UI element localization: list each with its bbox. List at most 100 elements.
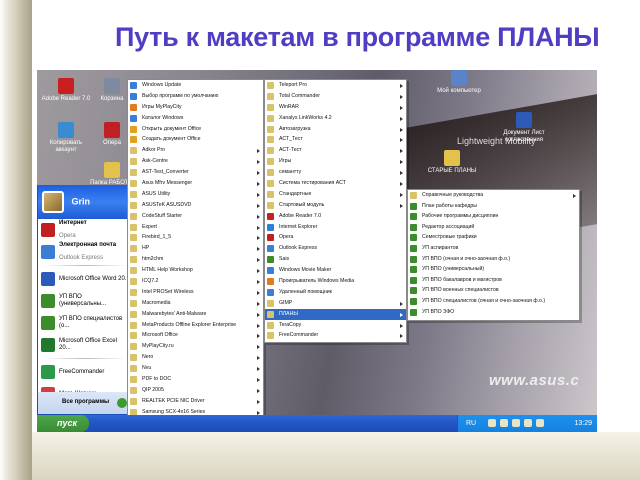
menu-item[interactable]: Expert bbox=[128, 222, 263, 233]
submenu-arrow-icon bbox=[400, 323, 403, 328]
menu-item[interactable]: Nero bbox=[128, 352, 263, 363]
pinned-program[interactable]: УП ВПО специалистов (о... bbox=[38, 312, 133, 334]
menu-item[interactable]: ASUSTeK ASUSDVD bbox=[128, 200, 263, 211]
menu-item[interactable]: HP bbox=[128, 243, 263, 254]
pinned-program-subtitle: Outlook Express bbox=[59, 255, 104, 261]
shortcut-icon bbox=[451, 70, 467, 86]
menu-item[interactable]: Редактор ассоциаций bbox=[408, 222, 579, 233]
menu-item[interactable]: семантту bbox=[265, 167, 406, 178]
menu-item[interactable]: PDF to DOC bbox=[128, 374, 263, 385]
tray-icon[interactable] bbox=[512, 419, 520, 427]
menu-item[interactable]: QIP 2005 bbox=[128, 385, 263, 396]
menu-item[interactable]: УП ВПО (очная и очно-заочная ф.о.) bbox=[408, 254, 579, 265]
menu-item[interactable]: УП ВПО специалистов (очная и очно-заочна… bbox=[408, 296, 579, 307]
tray-icon[interactable] bbox=[536, 419, 544, 427]
desktop-icon[interactable]: СТАРЫЕ ПЛАНЫ bbox=[425, 150, 479, 175]
menu-item[interactable]: ICQ7.2 bbox=[128, 276, 263, 287]
menu-item[interactable]: Outlook Express bbox=[265, 243, 406, 254]
menu-item[interactable]: УП ВПО военных специалистов bbox=[408, 285, 579, 296]
tray-icon[interactable] bbox=[500, 419, 508, 427]
menu-item-label: PDF to DOC bbox=[142, 376, 172, 383]
tray-icon[interactable] bbox=[524, 419, 532, 427]
desktop-icon[interactable]: Мой компьютер bbox=[432, 70, 486, 95]
menu-item[interactable]: Windows Update bbox=[128, 80, 263, 91]
submenu-arrow-icon bbox=[400, 171, 403, 176]
menu-item[interactable]: CodeStuff Starter bbox=[128, 211, 263, 222]
menu-item[interactable]: Intel PROSet Wireless bbox=[128, 287, 263, 298]
menu-item[interactable]: Xanalys LinkWorks 4.2 bbox=[265, 113, 406, 124]
start-button[interactable]: пуск bbox=[37, 415, 89, 432]
menu-item[interactable]: ASUS Utility bbox=[128, 189, 263, 200]
program-icon bbox=[130, 82, 137, 89]
menu-item[interactable]: Справочные руководства bbox=[408, 190, 579, 201]
menu-item[interactable]: Sais bbox=[265, 254, 406, 265]
menu-item[interactable]: АСТ-Тест bbox=[265, 145, 406, 156]
menu-item-label: GIMP bbox=[279, 299, 293, 306]
pinned-program-subtitle: Opera bbox=[59, 233, 76, 239]
pinned-program[interactable]: Microsoft Office Excel 20... bbox=[38, 334, 133, 356]
menu-item[interactable]: Opera bbox=[265, 232, 406, 243]
menu-item[interactable]: REALTEK PCIE NIC Driver bbox=[128, 396, 263, 407]
menu-item[interactable]: TeraCopy bbox=[265, 320, 406, 331]
menu-item[interactable]: WinRAR bbox=[265, 102, 406, 113]
menu-item[interactable]: АСТ_Тест bbox=[265, 134, 406, 145]
menu-item[interactable]: Ask-Centre bbox=[128, 156, 263, 167]
menu-item[interactable]: Семестровые графики bbox=[408, 232, 579, 243]
menu-item[interactable]: HTML Help Workshop bbox=[128, 265, 263, 276]
menu-item[interactable]: Автозагрузка bbox=[265, 124, 406, 135]
taskbar: пуск RU 13:29 bbox=[37, 415, 597, 432]
menu-item[interactable]: Каталог Windows bbox=[128, 113, 263, 124]
shortcut-icon bbox=[58, 78, 74, 94]
menu-item[interactable]: Игры bbox=[265, 156, 406, 167]
menu-item[interactable]: Microsoft Office bbox=[128, 330, 263, 341]
menu-item[interactable]: Macromedia bbox=[128, 298, 263, 309]
menu-item[interactable]: htm2chm bbox=[128, 254, 263, 265]
submenu-arrow-icon bbox=[257, 312, 260, 317]
desktop-icon[interactable]: Документ Лист согласования bbox=[497, 112, 551, 144]
menu-item[interactable]: Asus Mfrv Messenger bbox=[128, 178, 263, 189]
pinned-program[interactable]: FreeCommander bbox=[38, 361, 133, 383]
folder-icon bbox=[130, 201, 137, 209]
shortcut-icon bbox=[104, 162, 120, 178]
pinned-program[interactable]: Microsoft Office Word 20... bbox=[38, 268, 133, 290]
menu-item[interactable]: GIMP bbox=[265, 298, 406, 309]
menu-item[interactable]: ПЛАНЫ bbox=[265, 308, 406, 320]
menu-item[interactable]: MyPlayCity.ru bbox=[128, 341, 263, 352]
menu-item[interactable]: Проигрыватель Windows Media bbox=[265, 276, 406, 287]
pinned-program[interactable]: УП ВПО (универсальны... bbox=[38, 290, 133, 312]
menu-item[interactable]: Total Commander bbox=[265, 91, 406, 102]
tray-icon[interactable] bbox=[488, 419, 496, 427]
menu-item[interactable]: Стартовый модуль bbox=[265, 200, 406, 211]
menu-item[interactable]: AST-Test_Converter bbox=[128, 167, 263, 178]
menu-item[interactable]: План работы кафедры bbox=[408, 201, 579, 212]
menu-item[interactable]: Teleport Pro bbox=[265, 80, 406, 91]
all-programs-button[interactable]: Все программы bbox=[38, 392, 133, 414]
pinned-program[interactable]: Интернет Opera bbox=[38, 219, 133, 241]
menu-item[interactable]: УП ВПО (универсальный) bbox=[408, 264, 579, 275]
menu-item[interactable]: Firebird_1_5 bbox=[128, 232, 263, 243]
menu-item[interactable]: Nvu bbox=[128, 363, 263, 374]
menu-item[interactable]: Adkor Pro bbox=[128, 145, 263, 156]
menu-item[interactable]: Internet Explorer bbox=[265, 222, 406, 233]
menu-item[interactable]: Malwarebytes' Anti-Malware bbox=[128, 309, 263, 320]
menu-item[interactable]: FreeCommander bbox=[265, 330, 406, 341]
menu-item[interactable]: УП аспирантов bbox=[408, 243, 579, 254]
menu-item[interactable]: Удаленный помощник bbox=[265, 287, 406, 298]
folder-icon bbox=[130, 288, 137, 296]
menu-item[interactable]: Windows Movie Maker bbox=[265, 265, 406, 276]
menu-item[interactable]: Выбор программ по умолчанию bbox=[128, 91, 263, 102]
menu-item[interactable]: УП ВПО ЗФО bbox=[408, 307, 579, 318]
menu-item[interactable]: MetaProducts Offline Explorer Enterprise bbox=[128, 320, 263, 331]
pinned-program[interactable]: Электронная почта Outlook Express bbox=[38, 241, 133, 263]
menu-item[interactable]: Открыть документ Office bbox=[128, 124, 263, 135]
menu-item[interactable]: Рабочие программы дисциплин bbox=[408, 211, 579, 222]
menu-item[interactable]: Стандартные bbox=[265, 189, 406, 200]
menu-item-label: Samsung SCX-4x16 Series bbox=[142, 408, 206, 415]
menu-item[interactable]: Игры MyPlayCity bbox=[128, 102, 263, 113]
menu-item[interactable]: Система тестирования АСТ bbox=[265, 178, 406, 189]
keyboard-language[interactable]: RU bbox=[466, 420, 476, 427]
menu-item[interactable]: Adobe Reader 7.0 bbox=[265, 211, 406, 222]
menu-item[interactable]: Создать документ Office bbox=[128, 134, 263, 145]
program-icon bbox=[130, 114, 137, 122]
menu-item[interactable]: УП ВПО бакалавров и магистров bbox=[408, 275, 579, 286]
